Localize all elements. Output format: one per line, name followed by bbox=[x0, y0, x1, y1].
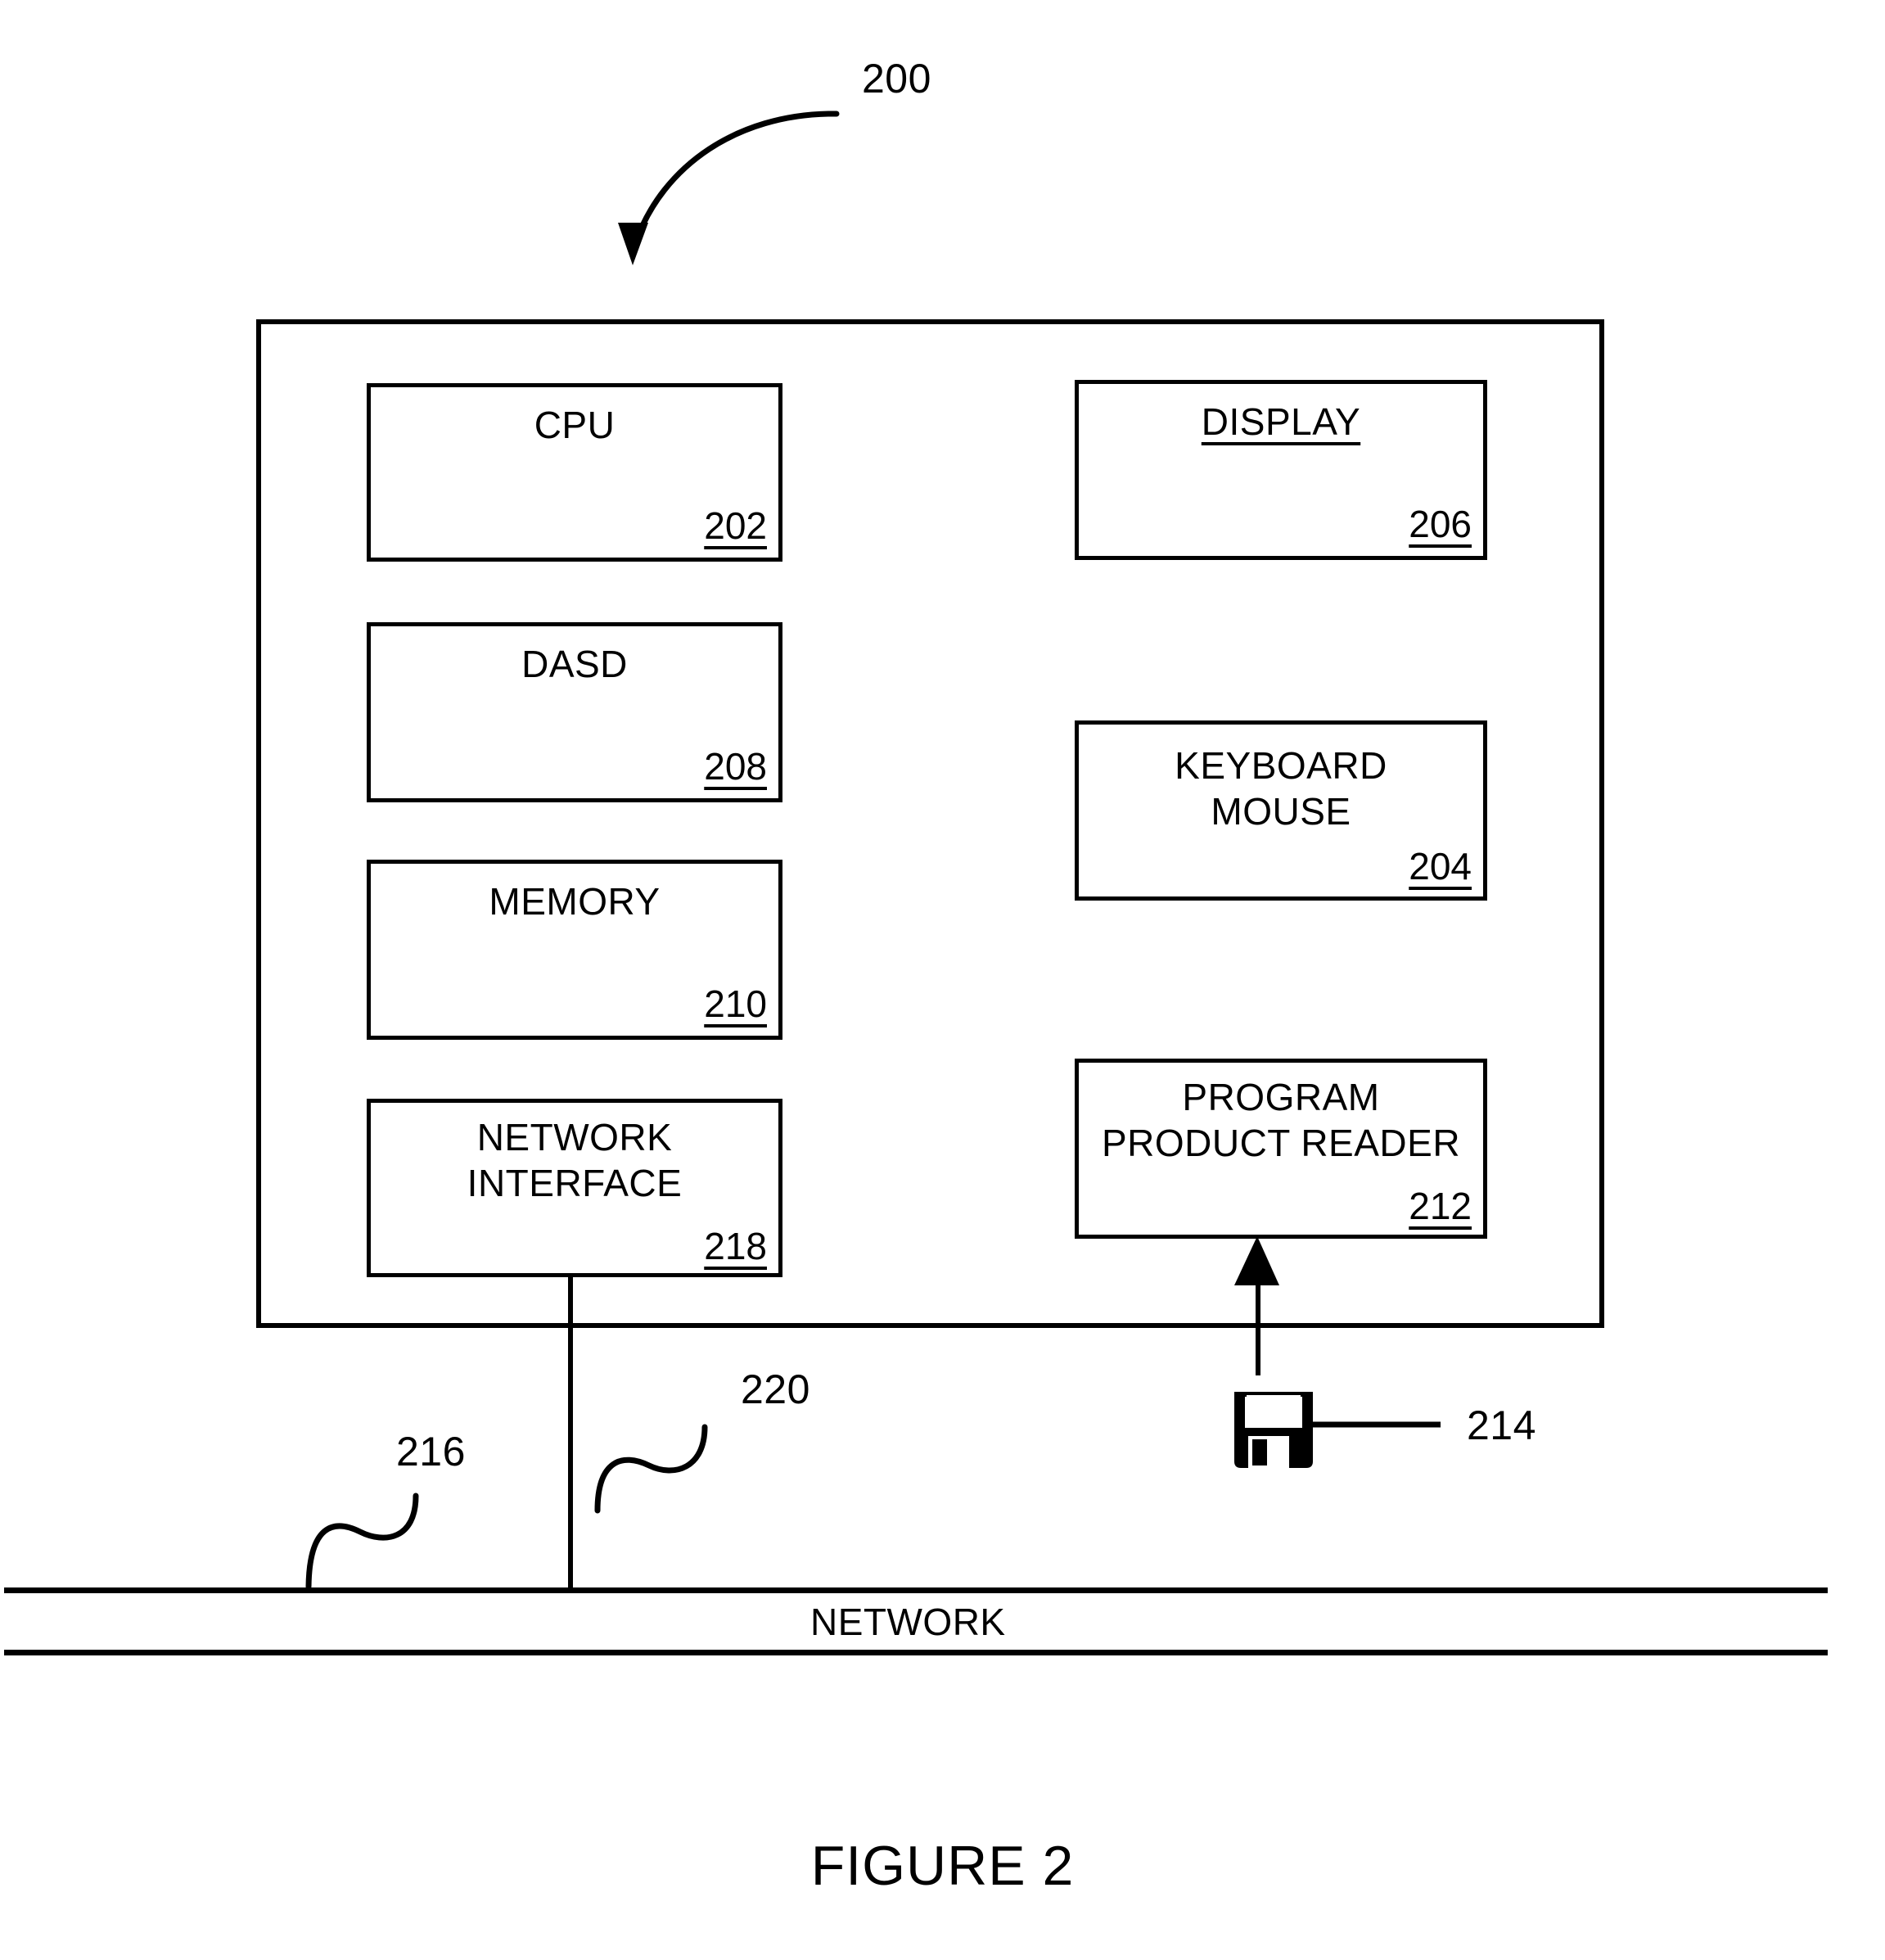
network-label: NETWORK bbox=[810, 1601, 1006, 1643]
reference-numeral-system: 200 bbox=[862, 56, 931, 102]
component-ref-keyboard-mouse: 204 bbox=[1409, 845, 1472, 887]
component-title-display: DISPLAY bbox=[1201, 400, 1361, 443]
component-ref-dasd: 208 bbox=[704, 745, 767, 788]
network-connection-line bbox=[568, 1277, 573, 1592]
component-box-cpu: CPU 202 bbox=[367, 383, 782, 562]
component-title-memory: MEMORY bbox=[489, 880, 661, 923]
reference-numeral-floppy: 214 bbox=[1467, 1402, 1536, 1448]
floppy-disk-icon bbox=[1234, 1392, 1441, 1469]
leader-squiggle-216 bbox=[305, 1493, 419, 1590]
system-lead-arrow bbox=[618, 111, 840, 265]
component-title-keyboard-mouse: KEYBOARD MOUSE bbox=[1175, 744, 1387, 833]
component-ref-program-product-reader: 212 bbox=[1409, 1185, 1472, 1227]
network-bus-line-top bbox=[4, 1587, 1828, 1593]
component-box-program-product-reader: PROGRAM PRODUCT READER 212 bbox=[1075, 1059, 1487, 1239]
component-ref-display: 206 bbox=[1409, 503, 1472, 545]
component-ref-cpu: 202 bbox=[704, 504, 767, 547]
figure-caption: FIGURE 2 bbox=[810, 1835, 1075, 1897]
component-title-network-interface: NETWORK INTERFACE bbox=[467, 1116, 683, 1204]
component-ref-memory: 210 bbox=[704, 982, 767, 1025]
reference-numeral-network-connection: 220 bbox=[741, 1366, 810, 1412]
component-box-keyboard-mouse: KEYBOARD MOUSE 204 bbox=[1075, 720, 1487, 901]
leader-squiggle-220 bbox=[594, 1424, 708, 1514]
network-bus-line-bottom bbox=[4, 1650, 1828, 1655]
component-box-network-interface: NETWORK INTERFACE 218 bbox=[367, 1099, 782, 1277]
component-box-memory: MEMORY 210 bbox=[367, 860, 782, 1040]
component-box-dasd: DASD 208 bbox=[367, 622, 782, 802]
reference-numeral-network-bus: 216 bbox=[396, 1429, 466, 1475]
patent-figure-page: CPU 202 DASD 208 MEMORY 210 NETWORK INTE… bbox=[0, 0, 1885, 1960]
floppy-insert-line bbox=[1256, 1261, 1260, 1375]
component-title-program-product-reader: PROGRAM PRODUCT READER bbox=[1101, 1076, 1461, 1164]
component-ref-network-interface: 218 bbox=[704, 1225, 767, 1267]
component-title-dasd: DASD bbox=[521, 643, 628, 685]
component-box-display: DISPLAY 206 bbox=[1075, 380, 1487, 560]
component-title-cpu: CPU bbox=[534, 404, 616, 446]
